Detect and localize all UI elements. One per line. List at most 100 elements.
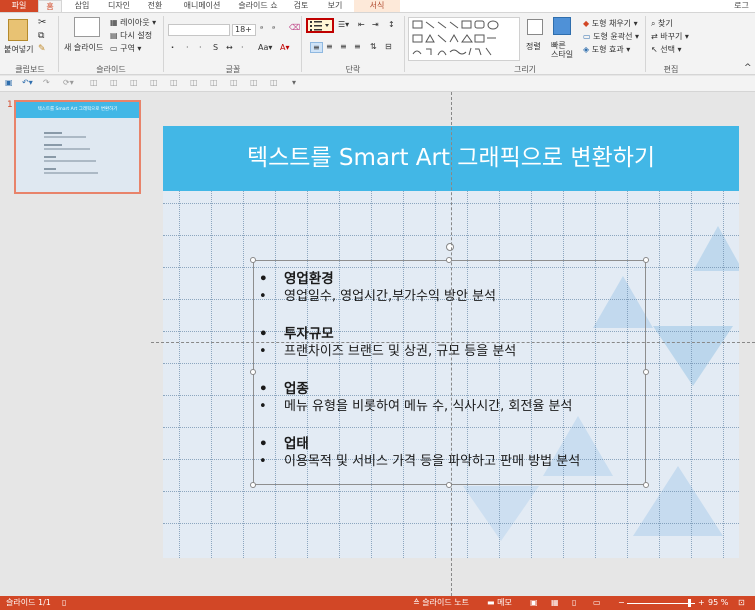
underline-icon[interactable]: · bbox=[199, 43, 202, 52]
paste-button-label[interactable]: 붙여넣기 bbox=[4, 44, 33, 55]
tab-design[interactable]: 디자인 bbox=[104, 0, 134, 12]
qat-tool-icon[interactable]: ◫ bbox=[150, 78, 158, 87]
smart-guide-horizontal[interactable] bbox=[151, 342, 755, 343]
qat-tool-icon[interactable]: ◫ bbox=[110, 78, 118, 87]
tab-home[interactable]: 홈 bbox=[38, 0, 62, 12]
reset-button[interactable]: ▤ 다시 설정 bbox=[110, 30, 152, 41]
qat-tool-icon[interactable]: ◫ bbox=[210, 78, 218, 87]
select-button[interactable]: ↖ 선택 ▾ bbox=[651, 44, 682, 55]
qat-tool-icon[interactable]: ◫ bbox=[250, 78, 258, 87]
tab-format[interactable]: 서식 bbox=[354, 0, 400, 12]
slideshow-icon[interactable]: ▭ bbox=[593, 596, 601, 610]
qat-tool-icon[interactable]: ◫ bbox=[190, 78, 198, 87]
shapes-gallery[interactable] bbox=[408, 17, 520, 61]
undo-icon[interactable]: ↶▾ bbox=[22, 78, 33, 87]
tab-slideshow[interactable]: 슬라이드 쇼 bbox=[234, 0, 282, 12]
bold-icon[interactable]: · bbox=[171, 43, 174, 52]
normal-view-icon[interactable]: ▣ bbox=[530, 596, 538, 610]
tab-insert[interactable]: 삽입 bbox=[68, 0, 96, 12]
new-slide-button-label[interactable]: 새 슬라이드 bbox=[64, 42, 103, 53]
fit-to-window-icon[interactable]: ⊡ bbox=[738, 596, 745, 610]
tab-transitions[interactable]: 전환 bbox=[142, 0, 168, 12]
font-size-combo[interactable]: 18+ bbox=[232, 24, 256, 36]
change-case-dropdown-icon[interactable]: Aa▾ bbox=[258, 43, 272, 52]
justify-icon[interactable]: ≡ bbox=[354, 42, 361, 51]
zoom-level[interactable]: 95 % bbox=[708, 596, 728, 610]
grow-font-icon[interactable]: ᵃ bbox=[260, 24, 263, 33]
content-textbox[interactable]: • 영업환경 • 영업일수, 영업시간,부가수익 방안 분석 • 투자규모 • 프랜차이… bbox=[250, 243, 649, 488]
change-case-icon[interactable]: · bbox=[241, 43, 244, 52]
char-spacing-icon[interactable]: ↔ bbox=[226, 43, 233, 52]
replace-button[interactable]: ⇄ 바꾸기 ▾ bbox=[651, 31, 689, 42]
bullet-heading[interactable]: • 투자규모 bbox=[258, 326, 648, 343]
shape-outline-button[interactable]: ▭ 도형 윤곽선 ▾ bbox=[583, 31, 639, 42]
tab-view[interactable]: 보기 bbox=[322, 0, 348, 12]
section-button[interactable]: ▭ 구역 ▾ bbox=[110, 43, 141, 54]
collapse-ribbon-icon[interactable]: ^ bbox=[744, 63, 752, 73]
bullet-detail[interactable]: • 영업일수, 영업시간,부가수익 방안 분석 bbox=[258, 288, 648, 305]
qat-tool-icon[interactable]: ◫ bbox=[230, 78, 238, 87]
shape-effects-button[interactable]: ◈ 도형 효과 ▾ bbox=[583, 44, 630, 55]
resize-handle[interactable] bbox=[250, 482, 256, 488]
numbering-icon[interactable]: ☰▾ bbox=[338, 20, 349, 29]
bullet-heading[interactable]: • 업태 bbox=[258, 436, 648, 453]
repeat-icon[interactable]: ⟳▾ bbox=[63, 78, 74, 87]
rotate-handle[interactable] bbox=[446, 243, 454, 251]
bullet-detail[interactable]: • 메뉴 유형을 비롯하여 메뉴 수, 식사시간, 회전율 분석 bbox=[258, 398, 648, 415]
text-direction-icon[interactable]: ⇅ bbox=[370, 42, 377, 51]
zoom-slider-track[interactable] bbox=[627, 603, 695, 604]
quick-styles-icon[interactable] bbox=[553, 17, 571, 35]
bullet-detail[interactable]: • 이용목적 및 서비스 가격 등을 파악하고 판매 방법 분석 bbox=[258, 453, 648, 470]
decrease-indent-icon[interactable]: ⇤ bbox=[358, 20, 365, 29]
quick-styles-button-label[interactable]: 빠른 스타일 bbox=[551, 41, 575, 59]
save-icon[interactable]: ▣ bbox=[5, 78, 13, 87]
align-right-icon[interactable]: ≡ bbox=[340, 42, 347, 51]
new-slide-icon[interactable] bbox=[74, 17, 100, 37]
strikethrough-icon[interactable]: S bbox=[213, 43, 218, 52]
arrange-button-label[interactable]: 정렬 bbox=[526, 41, 541, 52]
resize-handle[interactable] bbox=[643, 257, 649, 263]
zoom-out-icon[interactable]: − bbox=[618, 596, 625, 610]
bullet-heading[interactable]: • 업종 bbox=[258, 381, 648, 398]
qat-customize-icon[interactable]: ▾ bbox=[292, 78, 296, 87]
bullets-button[interactable] bbox=[306, 18, 334, 33]
increase-indent-icon[interactable]: ⇥ bbox=[372, 20, 379, 29]
spellcheck-icon[interactable]: ▯ bbox=[62, 596, 66, 610]
zoom-slider-knob[interactable] bbox=[688, 599, 691, 607]
comments-button[interactable]: ▬ 메모 bbox=[487, 596, 512, 610]
slide-thumbnail[interactable]: 텍스트를 Smart Art 그래픽으로 변환하기 bbox=[14, 100, 141, 194]
align-center-icon[interactable]: ≡ bbox=[326, 42, 333, 51]
font-color-icon[interactable]: A▾ bbox=[280, 43, 290, 52]
tab-file[interactable]: 파일 bbox=[0, 0, 38, 12]
bullet-heading[interactable]: • 영업환경 bbox=[258, 271, 648, 288]
align-text-icon[interactable]: ⊟ bbox=[385, 42, 392, 51]
shrink-font-icon[interactable]: ᵃ bbox=[272, 24, 275, 33]
reading-view-icon[interactable]: ▯ bbox=[572, 596, 576, 610]
redo-icon[interactable]: ↷ bbox=[43, 78, 50, 87]
qat-tool-icon[interactable]: ◫ bbox=[90, 78, 98, 87]
slide-sorter-icon[interactable]: ▦ bbox=[551, 596, 559, 610]
shape-fill-button[interactable]: ◆ 도형 채우기 ▾ bbox=[583, 18, 638, 29]
notes-button[interactable]: ≙ 슬라이드 노트 bbox=[413, 596, 469, 610]
tab-animations[interactable]: 애니메이션 bbox=[176, 0, 228, 12]
cut-icon[interactable]: ✂ bbox=[38, 17, 46, 28]
qat-tool-icon[interactable]: ◫ bbox=[270, 78, 278, 87]
align-left-icon[interactable]: ≡ bbox=[310, 42, 323, 53]
format-painter-icon[interactable]: ✎ bbox=[38, 44, 46, 54]
qat-tool-icon[interactable]: ◫ bbox=[170, 78, 178, 87]
qat-tool-icon[interactable]: ◫ bbox=[130, 78, 138, 87]
paste-icon[interactable] bbox=[8, 19, 28, 41]
bullet-detail[interactable]: • 프랜차이즈 브랜드 및 상권, 규모 등을 분석 bbox=[258, 343, 648, 360]
tab-review[interactable]: 검토 bbox=[288, 0, 314, 12]
italic-icon[interactable]: · bbox=[186, 43, 189, 52]
copy-icon[interactable]: ⧉ bbox=[38, 31, 44, 41]
zoom-in-icon[interactable]: + bbox=[698, 596, 705, 610]
smart-guide-vertical[interactable] bbox=[451, 92, 452, 596]
resize-handle[interactable] bbox=[643, 482, 649, 488]
resize-handle[interactable] bbox=[250, 369, 256, 375]
layout-button[interactable]: ▦ 레이아웃 ▾ bbox=[110, 17, 156, 28]
line-spacing-icon[interactable]: ↕ bbox=[388, 20, 395, 29]
arrange-icon[interactable] bbox=[527, 19, 543, 35]
clear-format-icon[interactable]: ⌫ bbox=[289, 23, 300, 32]
find-button[interactable]: ⌕ 찾기 bbox=[651, 18, 673, 29]
